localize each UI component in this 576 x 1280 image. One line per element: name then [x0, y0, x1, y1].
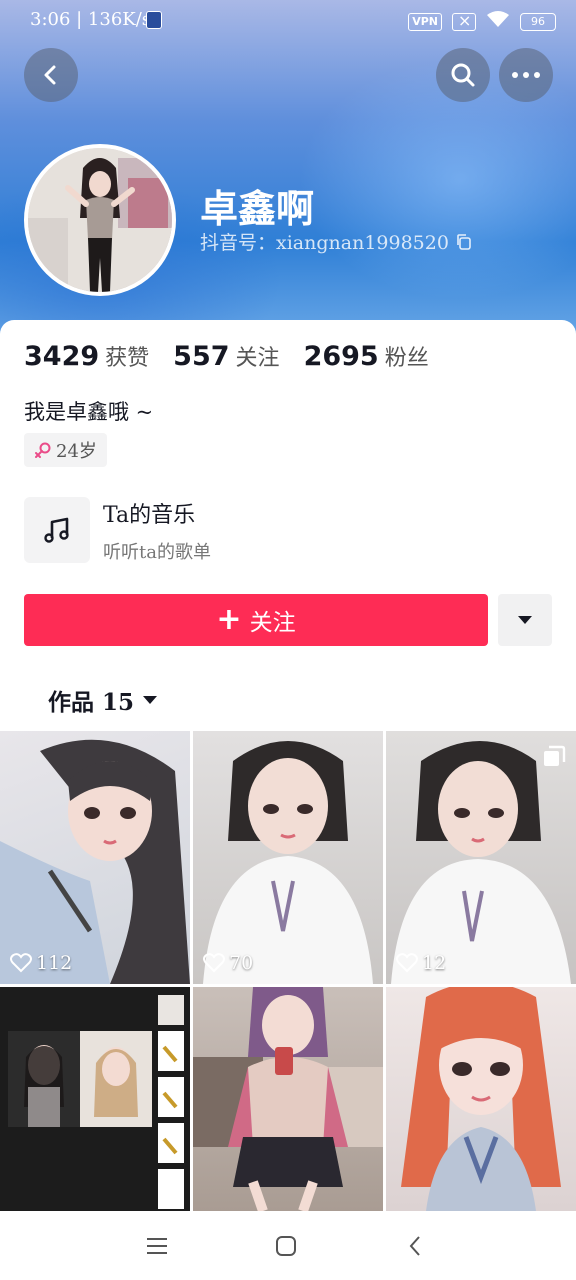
more-dots-icon — [512, 72, 540, 78]
heart-outline-icon — [396, 953, 418, 973]
follow-button[interactable]: + 关注 — [24, 594, 488, 646]
video-thumbnail[interactable]: 12 — [386, 731, 576, 984]
music-note-icon — [44, 517, 69, 543]
search-icon — [451, 63, 475, 87]
video-likes-count: 12 — [422, 952, 447, 974]
stat-following[interactable]: 557 关注 — [173, 340, 279, 372]
video-cover-image — [0, 739, 190, 984]
video-thumbnail[interactable] — [193, 987, 383, 1211]
video-likes: 70 — [203, 952, 253, 974]
follow-label: 关注 — [249, 610, 296, 636]
profile-nickname: 卓鑫啊 — [200, 186, 315, 231]
status-time-speed: 3:06 | 136K/s — [30, 9, 152, 30]
caret-down-icon — [518, 616, 532, 624]
stat-value: 2695 — [303, 341, 379, 372]
status-icons: VPN 96 — [408, 10, 556, 33]
music-title[interactable]: Ta的音乐 — [103, 497, 195, 529]
profile-douyin-id[interactable]: 抖音号：xiangnan1998520 — [200, 228, 473, 255]
plus-icon: + — [216, 602, 242, 637]
stat-followers[interactable]: 2695 粉丝 — [304, 340, 429, 372]
heart-outline-icon — [203, 953, 225, 973]
video-likes: 112 — [10, 952, 72, 974]
recommend-dropdown-button[interactable] — [498, 594, 552, 646]
heart-outline-icon — [10, 953, 32, 973]
female-icon — [35, 442, 51, 458]
wifi-icon — [486, 10, 510, 33]
video-cover-image — [8, 995, 184, 1209]
avatar-image — [28, 148, 172, 292]
stat-label: 关注 — [235, 346, 280, 371]
stat-likes[interactable]: 3429 获赞 — [24, 340, 149, 372]
system-navigation-bar — [0, 1211, 576, 1280]
stat-value: 3429 — [24, 341, 100, 372]
back-arrow-icon — [44, 65, 56, 85]
video-thumbnail[interactable] — [0, 987, 190, 1211]
video-thumbnail[interactable] — [386, 987, 576, 1211]
recent-apps-button[interactable] — [142, 1231, 172, 1261]
music-entry-icon-box[interactable] — [24, 497, 90, 563]
video-likes-count: 70 — [229, 952, 254, 974]
works-tab-label: 作品 15 — [48, 689, 135, 716]
back-chevron-icon — [409, 1236, 420, 1256]
age-tag: 24岁 — [24, 433, 107, 467]
video-grid: 112 70 12 — [0, 731, 576, 1211]
notification-medal-icon — [146, 11, 162, 29]
caret-down-icon — [143, 696, 158, 704]
home-button[interactable] — [271, 1231, 301, 1261]
battery-icon: 96 — [520, 12, 556, 31]
profile-stats: 3429 获赞 557 关注 2695 粉丝 — [24, 340, 453, 372]
stat-value: 557 — [173, 341, 230, 372]
profile-bio: 我是卓鑫哦 ~ — [24, 400, 154, 424]
stat-label: 获赞 — [105, 346, 150, 371]
age-text: 24岁 — [56, 441, 97, 462]
sim-off-icon — [452, 11, 476, 31]
video-cover-image — [193, 987, 383, 1211]
avatar[interactable] — [24, 144, 176, 296]
music-subtitle: 听听ta的歌单 — [103, 542, 211, 563]
copy-icon[interactable] — [455, 233, 473, 251]
multi-image-icon — [544, 745, 566, 766]
back-button[interactable] — [24, 48, 78, 102]
menu-icon — [147, 1238, 167, 1254]
more-options-button[interactable] — [499, 48, 553, 102]
video-thumbnail[interactable]: 70 — [193, 731, 383, 984]
home-square-icon — [276, 1236, 296, 1256]
stat-label: 粉丝 — [384, 346, 429, 371]
system-back-button[interactable] — [400, 1231, 430, 1261]
video-likes-count: 112 — [36, 952, 73, 974]
video-cover-image — [401, 987, 561, 1211]
douyin-id-text: 抖音号：xiangnan1998520 — [200, 232, 449, 254]
search-button[interactable] — [436, 48, 490, 102]
video-likes: 12 — [396, 952, 446, 974]
video-cover-image — [203, 741, 373, 984]
status-bar: 3:06 | 136K/s VPN 96 — [0, 0, 576, 40]
tab-works[interactable]: 作品 15 — [48, 683, 158, 717]
vpn-icon: VPN — [408, 12, 442, 31]
video-thumbnail[interactable]: 112 — [0, 731, 190, 984]
